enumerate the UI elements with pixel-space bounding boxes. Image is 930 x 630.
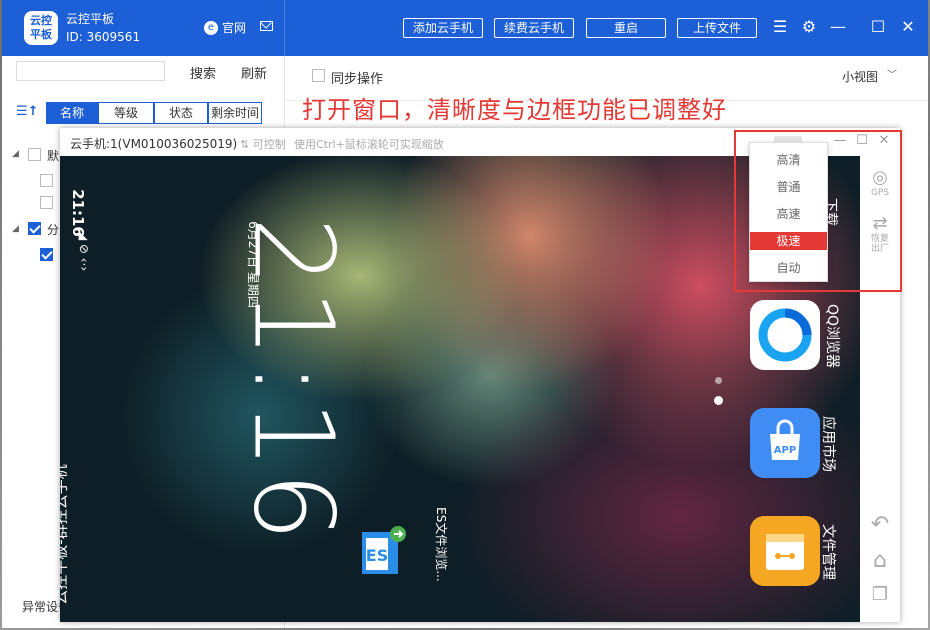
account-id: ID: 3609561: [66, 30, 141, 44]
search-button[interactable]: 搜索: [190, 63, 216, 82]
phone-window-title: 云手机:1(VM010036025019): [70, 137, 238, 151]
tree-checkbox[interactable]: [40, 174, 53, 187]
page-dot: [715, 377, 722, 384]
sync-label: 同步操作: [331, 72, 384, 87]
app-market-label: 应用市场: [820, 416, 836, 472]
minimize-icon[interactable]: —: [828, 17, 848, 37]
tree-checkbox[interactable]: [28, 222, 41, 235]
tree-toggle-icon[interactable]: ◢: [12, 149, 19, 159]
lock-date: 6月27日 星期四: [245, 221, 260, 308]
title-bar: 云控 平板 云控平板 ID: 3609561 e 官网 添加云手机 续费云手机 重…: [2, 0, 928, 56]
tree-checkbox[interactable]: [28, 148, 41, 161]
maximize-icon[interactable]: ☐: [868, 17, 888, 37]
annotation-text: 打开窗口，清晰度与边框功能已调整好: [302, 96, 727, 124]
back-icon[interactable]: ↶: [860, 512, 900, 537]
home-icon[interactable]: ⌂: [860, 548, 900, 573]
zoom-hint: 使用Ctrl+鼠标滚轮可实现缩放: [294, 138, 444, 151]
mail-icon[interactable]: [260, 21, 273, 31]
control-toggle[interactable]: ⇅ 可控制: [240, 136, 286, 152]
upload-file-button[interactable]: 上传文件: [677, 18, 757, 38]
app-title: 云控平板: [66, 12, 115, 26]
divider: [284, 0, 285, 56]
svg-text:APP: APP: [774, 445, 796, 456]
chevron-down-icon[interactable]: ﹀: [887, 66, 897, 81]
tree-group-label: 分: [47, 223, 60, 237]
page-dot-active: [714, 396, 723, 405]
status-time: 21:16: [68, 189, 87, 237]
column-remaining-time[interactable]: 剩余时间: [208, 102, 262, 124]
control-icon: ⇅: [240, 138, 250, 151]
sort-icon[interactable]: ☰↑: [16, 104, 39, 119]
tree-checkbox[interactable]: [40, 248, 53, 261]
tree-toggle-icon[interactable]: ◢: [12, 224, 19, 234]
menu-icon[interactable]: ☰: [770, 17, 790, 37]
column-status[interactable]: 状态: [154, 102, 208, 124]
column-level[interactable]: 等级: [98, 102, 154, 124]
view-mode-select[interactable]: 小视图: [842, 68, 878, 85]
close-icon[interactable]: ✕: [898, 17, 918, 37]
svg-text:ES: ES: [366, 546, 388, 565]
renew-phone-button[interactable]: 续费云手机: [494, 18, 574, 38]
qq-browser-label: QQ浏览器: [824, 303, 841, 369]
refresh-button[interactable]: 刷新: [241, 63, 267, 82]
file-manager-icon[interactable]: [750, 516, 820, 586]
status-icons: ◢ ⊘ ‹·›: [77, 230, 92, 272]
app-market-icon[interactable]: APP: [750, 408, 820, 478]
add-phone-button[interactable]: 添加云手机: [403, 18, 483, 38]
official-site-label: 官网: [222, 21, 247, 35]
app-logo: 云控 平板: [24, 11, 58, 45]
column-name[interactable]: 名称: [46, 102, 98, 124]
highlight-box: [734, 130, 902, 292]
es-file-explorer-label: ES文件浏览...: [433, 507, 448, 582]
brand-watermark: 云控平板-群控云手机: [60, 464, 70, 605]
gear-icon[interactable]: ⚙: [799, 17, 819, 37]
search-input[interactable]: [16, 61, 165, 81]
globe-icon: e: [204, 20, 218, 35]
tree-checkbox[interactable]: [40, 196, 53, 209]
qq-browser-icon[interactable]: [750, 300, 820, 370]
file-manager-label: 文件管理: [820, 524, 836, 580]
recent-apps-icon[interactable]: ❐: [860, 584, 900, 605]
restart-button[interactable]: 重启: [586, 18, 666, 38]
tree-group-label: 默: [47, 149, 60, 163]
official-site-link[interactable]: e 官网: [204, 19, 246, 36]
es-file-explorer-icon[interactable]: ES: [358, 526, 406, 578]
control-label: 可控制: [252, 138, 286, 151]
sync-checkbox[interactable]: [312, 69, 325, 82]
